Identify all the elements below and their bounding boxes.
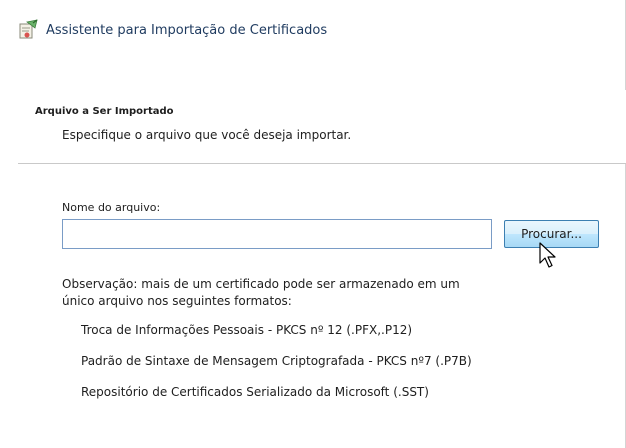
window-title: Assistente para Importação de Certificad… [46, 22, 328, 38]
certificate-wizard-icon [18, 19, 40, 41]
format-item-p7b: Padrão de Sintaxe de Mensagem Criptograf… [81, 354, 472, 368]
format-note: Observação: mais de um certificado pode … [62, 277, 460, 308]
format-item-pfx: Troca de Informações Pessoais - PKCS nº … [81, 323, 413, 337]
header-divider [18, 163, 626, 164]
mouse-pointer-icon [538, 242, 558, 270]
file-name-input[interactable] [62, 219, 492, 249]
title-bar: Assistente para Importação de Certificad… [18, 18, 327, 42]
page-heading: Arquivo a Ser Importado [35, 106, 174, 117]
format-list: Troca de Informações Pessoais - PKCS nº … [81, 322, 472, 415]
file-name-label: Nome do arquivo: [62, 201, 161, 214]
format-item-sst: Repositório de Certificados Serializado … [81, 385, 429, 399]
page-description: Especifique o arquivo que você deseja im… [62, 128, 352, 142]
page-header: Arquivo a Ser Importado Especifique o ar… [0, 90, 626, 164]
